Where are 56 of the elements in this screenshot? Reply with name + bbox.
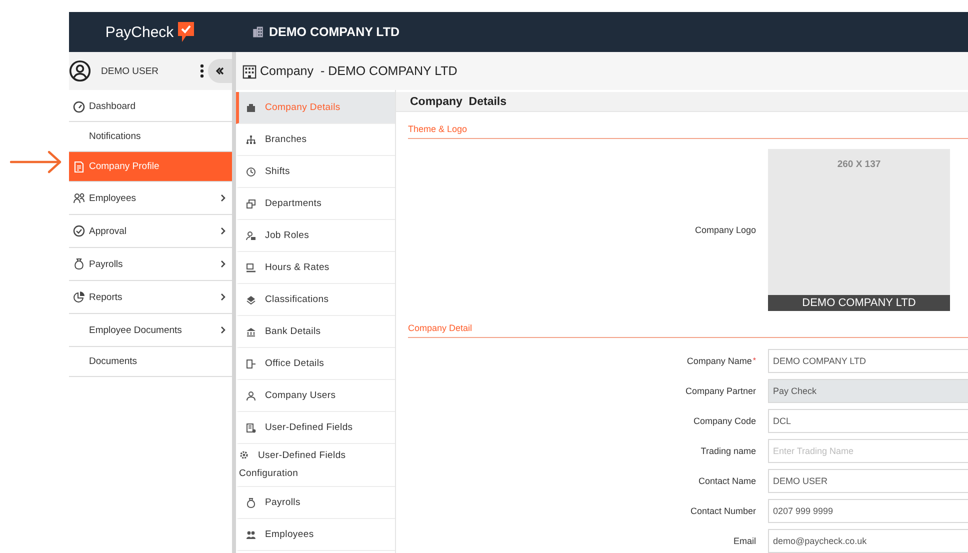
collapse-button[interactable]: [208, 59, 232, 83]
logo-size-hint: 260 X 137: [836, 158, 882, 172]
field-label: Contact Number: [689, 506, 756, 516]
field-label: Company Name*: [686, 356, 756, 366]
page-title: Company - DEMO COMPANY LTD: [260, 64, 458, 78]
people-icon: [73, 192, 85, 204]
logo-icon: [176, 20, 196, 44]
logo-placeholder[interactable]: 260 X 137 DEMO COMPANY LTD: [768, 149, 950, 311]
user-tag-icon: [246, 230, 256, 240]
field-label: Contact Name: [697, 476, 756, 486]
company-name: DEMO COMPANY LTD: [269, 25, 400, 39]
input-field[interactable]: demo@paycheck.co.uk: [768, 529, 968, 553]
section-heading: Theme & Logo: [408, 112, 968, 139]
more-icon[interactable]: [200, 64, 204, 78]
field-label: Trading name: [700, 446, 756, 456]
panel-title: Company Details: [396, 92, 968, 112]
section-heading: Company Detail: [408, 311, 968, 338]
double-chevron-icon: [216, 67, 224, 75]
building-icon: [242, 64, 257, 78]
input-field[interactable]: DEMO COMPANY LTD: [768, 349, 968, 373]
chevron-right-icon: [220, 194, 226, 202]
form-icon: [246, 422, 256, 432]
input-field[interactable]: Enter Trading Name: [768, 439, 968, 463]
money-bag-icon: [246, 498, 256, 508]
building-icon: [252, 26, 264, 38]
user-name: DEMO USER: [101, 66, 160, 76]
document-icon: [73, 160, 85, 172]
clock-icon: [246, 166, 256, 176]
user-icon: [246, 390, 256, 400]
chevron-right-icon: [220, 293, 226, 301]
user-avatar-icon: [69, 60, 91, 82]
chevron-right-icon: [220, 227, 226, 235]
money-bag-icon: [73, 258, 85, 270]
logo-caption: DEMO COMPANY LTD: [768, 295, 950, 311]
field-label: Company Logo: [694, 225, 756, 235]
bank-icon: [246, 326, 256, 336]
hierarchy-icon: [246, 134, 256, 144]
chevron-right-icon: [220, 260, 226, 268]
chevron-right-icon: [220, 326, 226, 334]
office-icon: [246, 358, 256, 368]
pie-chart-icon: [73, 291, 85, 303]
field-label: Company Partner: [684, 386, 756, 396]
input-field[interactable]: 0207 999 9999: [768, 499, 968, 523]
check-circle-icon: [73, 225, 85, 237]
field-label: Company Code: [692, 416, 756, 426]
pointer-arrow: [10, 150, 62, 174]
gauge-icon: [73, 100, 85, 112]
input-field[interactable]: DCL: [768, 409, 968, 433]
field-label: Email: [732, 536, 756, 546]
layers-icon: [246, 294, 256, 304]
squares-icon: [246, 198, 256, 208]
input-field[interactable]: DEMO USER: [768, 469, 968, 493]
people-icon: [246, 530, 256, 540]
brand-name: PayCheck: [105, 24, 174, 40]
building-icon: [246, 102, 256, 112]
desk-icon: [246, 262, 256, 272]
